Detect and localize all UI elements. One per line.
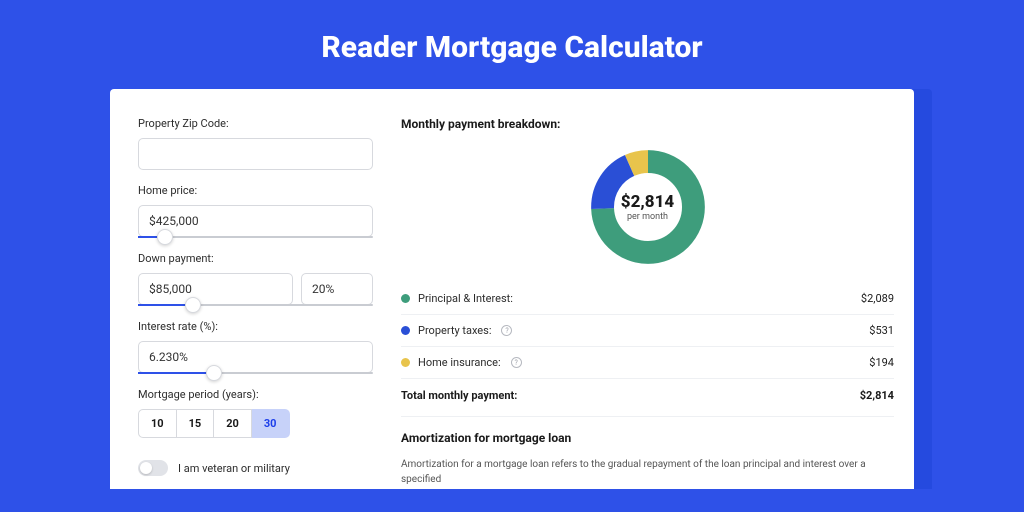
interest-rate-group: Interest rate (%):: [138, 320, 373, 374]
down-payment-group: Down payment:: [138, 252, 373, 306]
period-option-10[interactable]: 10: [138, 409, 177, 438]
amortization-body: Amortization for a mortgage loan refers …: [401, 457, 894, 487]
donut-chart: $2,814 per month: [588, 147, 708, 267]
period-option-30[interactable]: 30: [252, 409, 290, 438]
breakdown-title: Monthly payment breakdown:: [401, 117, 894, 131]
period-option-15[interactable]: 15: [177, 409, 215, 438]
home-price-group: Home price:: [138, 184, 373, 238]
slider-thumb[interactable]: [185, 297, 201, 313]
veteran-toggle-label: I am veteran or military: [178, 462, 290, 475]
donut-amount: $2,814: [621, 192, 674, 212]
donut-center: $2,814 per month: [588, 147, 708, 267]
breakdown-value: $194: [869, 356, 894, 369]
info-icon[interactable]: ?: [511, 357, 522, 368]
breakdown-label: Property taxes:: [418, 324, 491, 337]
zip-field-group: Property Zip Code:: [138, 117, 373, 170]
legend-dot: [401, 358, 410, 367]
page-title: Reader Mortgage Calculator: [0, 0, 1024, 89]
breakdown-label: Principal & Interest:: [418, 292, 513, 305]
input-panel: Property Zip Code: Home price: Down paym…: [138, 117, 373, 489]
calculator-card: Property Zip Code: Home price: Down paym…: [110, 89, 914, 489]
down-payment-percent-input[interactable]: [301, 273, 373, 305]
breakdown-row-taxes: Property taxes: ? $531: [401, 315, 894, 347]
home-price-input[interactable]: [138, 205, 373, 237]
breakdown-row-insurance: Home insurance: ? $194: [401, 347, 894, 379]
toggle-knob: [140, 462, 152, 474]
amortization-section: Amortization for mortgage loan Amortizat…: [401, 416, 894, 487]
breakdown-label: Home insurance:: [418, 356, 501, 369]
home-price-slider[interactable]: [138, 236, 373, 238]
breakdown-value: $531: [869, 324, 894, 337]
breakdown-row-principal: Principal & Interest: $2,089: [401, 283, 894, 315]
veteran-toggle-row: I am veteran or military: [138, 460, 373, 476]
zip-label: Property Zip Code:: [138, 117, 373, 130]
legend-dot: [401, 326, 410, 335]
zip-input[interactable]: [138, 138, 373, 170]
amortization-title: Amortization for mortgage loan: [401, 431, 894, 445]
mortgage-period-buttons: 10 15 20 30: [138, 409, 373, 438]
home-price-label: Home price:: [138, 184, 373, 197]
interest-rate-slider[interactable]: [138, 372, 373, 374]
info-icon[interactable]: ?: [501, 325, 512, 336]
breakdown-value: $2,089: [861, 292, 894, 305]
mortgage-period-label: Mortgage period (years):: [138, 388, 373, 401]
interest-rate-input[interactable]: [138, 341, 373, 373]
total-label: Total monthly payment:: [401, 389, 517, 402]
interest-rate-label: Interest rate (%):: [138, 320, 373, 333]
veteran-toggle[interactable]: [138, 460, 168, 476]
legend-dot: [401, 294, 410, 303]
slider-thumb[interactable]: [206, 365, 222, 381]
down-payment-amount-input[interactable]: [138, 273, 293, 305]
down-payment-slider[interactable]: [138, 304, 373, 306]
donut-subtext: per month: [627, 212, 668, 222]
down-payment-label: Down payment:: [138, 252, 373, 265]
slider-thumb[interactable]: [157, 229, 173, 245]
donut-chart-wrap: $2,814 per month: [401, 147, 894, 267]
breakdown-total-row: Total monthly payment: $2,814: [401, 379, 894, 416]
period-option-20[interactable]: 20: [214, 409, 252, 438]
total-value: $2,814: [860, 389, 894, 402]
breakdown-panel: Monthly payment breakdown: $2,814 per mo…: [401, 117, 894, 489]
mortgage-period-group: Mortgage period (years): 10 15 20 30: [138, 388, 373, 438]
